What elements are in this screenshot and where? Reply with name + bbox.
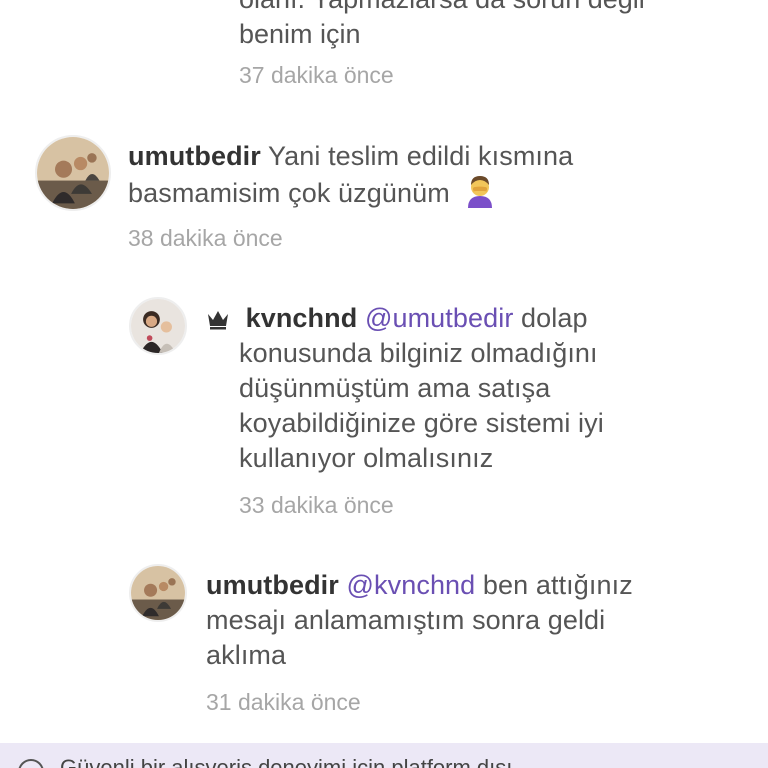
- facepalm-emoji: [463, 174, 497, 208]
- comment-timestamp: 37 dakika önce: [239, 62, 394, 88]
- comment-timestamp: 38 dakika önce: [128, 225, 283, 251]
- avatar-umutbedir[interactable]: [129, 564, 187, 622]
- avatar-umutbedir[interactable]: [35, 135, 111, 211]
- comment-text-line-3: düşünmüştüm ama satışa: [239, 373, 551, 403]
- previous-comment-line-2: benim için: [239, 19, 361, 49]
- avatar-photo: [131, 299, 185, 353]
- comment-text-line-1: Yani teslim edildi kısmına: [268, 141, 574, 171]
- mention-link[interactable]: @kvnchnd: [347, 570, 476, 600]
- crown-icon: [206, 304, 230, 330]
- comment-timestamp: 33 dakika önce: [239, 492, 394, 518]
- comment-text-line-1: ben attığınız: [482, 570, 633, 600]
- comment-text-line-4: koyabildiğinize göre sistemi iyi: [239, 408, 604, 438]
- avatar-photo: [131, 566, 185, 620]
- comment-username[interactable]: umutbedir: [206, 570, 339, 600]
- comment-body: umutbedir Yani teslim edildi kısmına bas…: [128, 139, 748, 211]
- safety-banner[interactable]: Güvenli bir alışveriş deneyimi için plat…: [0, 743, 768, 768]
- avatar-photo: [37, 137, 109, 209]
- comment-text-line-2: konusunda bilginiz olmadığını: [239, 338, 598, 368]
- info-icon: [18, 759, 44, 768]
- mention-link[interactable]: @umutbedir: [365, 303, 513, 333]
- comment-username[interactable]: kvnchnd: [246, 303, 358, 333]
- previous-comment-text: olanı. Yapmazlarsa da sorun değil benim …: [239, 0, 645, 52]
- avatar-kvnchnd[interactable]: [129, 297, 187, 355]
- banner-text: Güvenli bir alışveriş deneyimi için plat…: [60, 755, 513, 768]
- reply-body: kvnchnd @umutbedir dolap konusunda bilgi…: [206, 301, 751, 476]
- comment-text-line-5: kullanıyor olmalısınız: [239, 443, 494, 473]
- comment-timestamp: 31 dakika önce: [206, 689, 361, 715]
- reply-body: umutbedir @kvnchnd ben attığınız mesajı …: [206, 568, 751, 673]
- comments-screen: olanı. Yapmazlarsa da sorun değil benim …: [0, 0, 768, 768]
- comment-text-line-2: basmamisim çok üzgünüm: [128, 178, 450, 208]
- comment-username[interactable]: umutbedir: [128, 141, 261, 171]
- previous-comment-line-1: olanı. Yapmazlarsa da sorun değil: [239, 0, 645, 17]
- comment-text-line-2: mesajı anlamamıştım sonra geldi: [206, 605, 606, 635]
- comment-text-line-3: aklıma: [206, 640, 287, 670]
- comment-text-line-1: dolap: [521, 303, 588, 333]
